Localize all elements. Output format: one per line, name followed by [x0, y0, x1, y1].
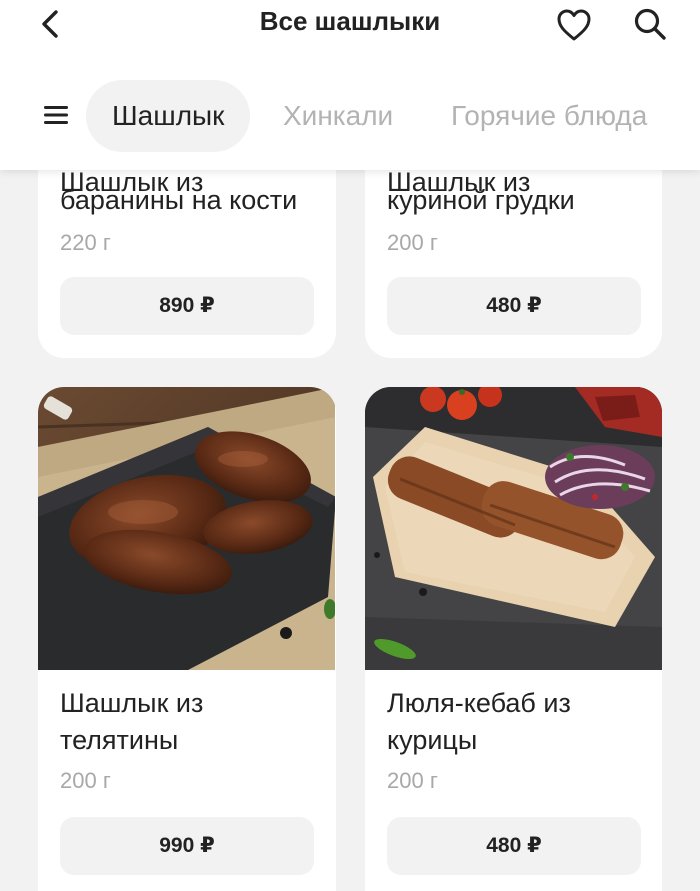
category-tabs: Шашлык Хинкали Горячие блюда — [0, 80, 700, 152]
tab-hot-dishes[interactable]: Горячие блюда — [451, 80, 647, 152]
product-weight: 200 г — [387, 230, 438, 255]
product-card-chicken-lyulya[interactable]: Люля-кебаб из курицы 200 г 480 ₽ — [365, 387, 662, 891]
tab-shashlik[interactable]: Шашлык — [86, 80, 251, 152]
product-photo — [38, 387, 335, 670]
product-name: куриной грудки — [387, 185, 575, 215]
product-weight: 200 г — [60, 768, 111, 793]
lyulya-kebab-image — [365, 387, 662, 670]
price-button[interactable]: 480 ₽ — [387, 817, 641, 875]
veal-shashlik-image — [38, 387, 335, 670]
search-icon[interactable] — [632, 6, 668, 42]
product-name-line2: телятины — [60, 725, 179, 755]
page-title: Все шашлыки — [259, 6, 441, 36]
product-photo — [365, 387, 662, 670]
price-button[interactable]: 480 ₽ — [387, 277, 641, 335]
heart-icon[interactable] — [556, 8, 592, 42]
product-name: баранины на кости — [60, 185, 298, 215]
product-name-line1: Шашлык из — [60, 688, 204, 718]
product-card-veal[interactable]: Шашлык из телятины 200 г 990 ₽ — [38, 387, 336, 891]
product-name-line1: Люля-кебаб из — [387, 688, 571, 718]
price-button[interactable]: 890 ₽ — [60, 277, 314, 335]
menu-icon[interactable] — [44, 104, 70, 126]
app-header: Все шашлыки Шашлык Хинкали Горячие блюда — [0, 0, 700, 170]
product-weight: 200 г — [387, 768, 438, 793]
tab-khinkali[interactable]: Хинкали — [283, 80, 393, 152]
product-weight: 220 г — [60, 230, 111, 255]
top-bar: Все шашлыки — [0, 0, 700, 48]
product-name-line2: курицы — [387, 725, 478, 755]
price-button[interactable]: 990 ₽ — [60, 817, 314, 875]
